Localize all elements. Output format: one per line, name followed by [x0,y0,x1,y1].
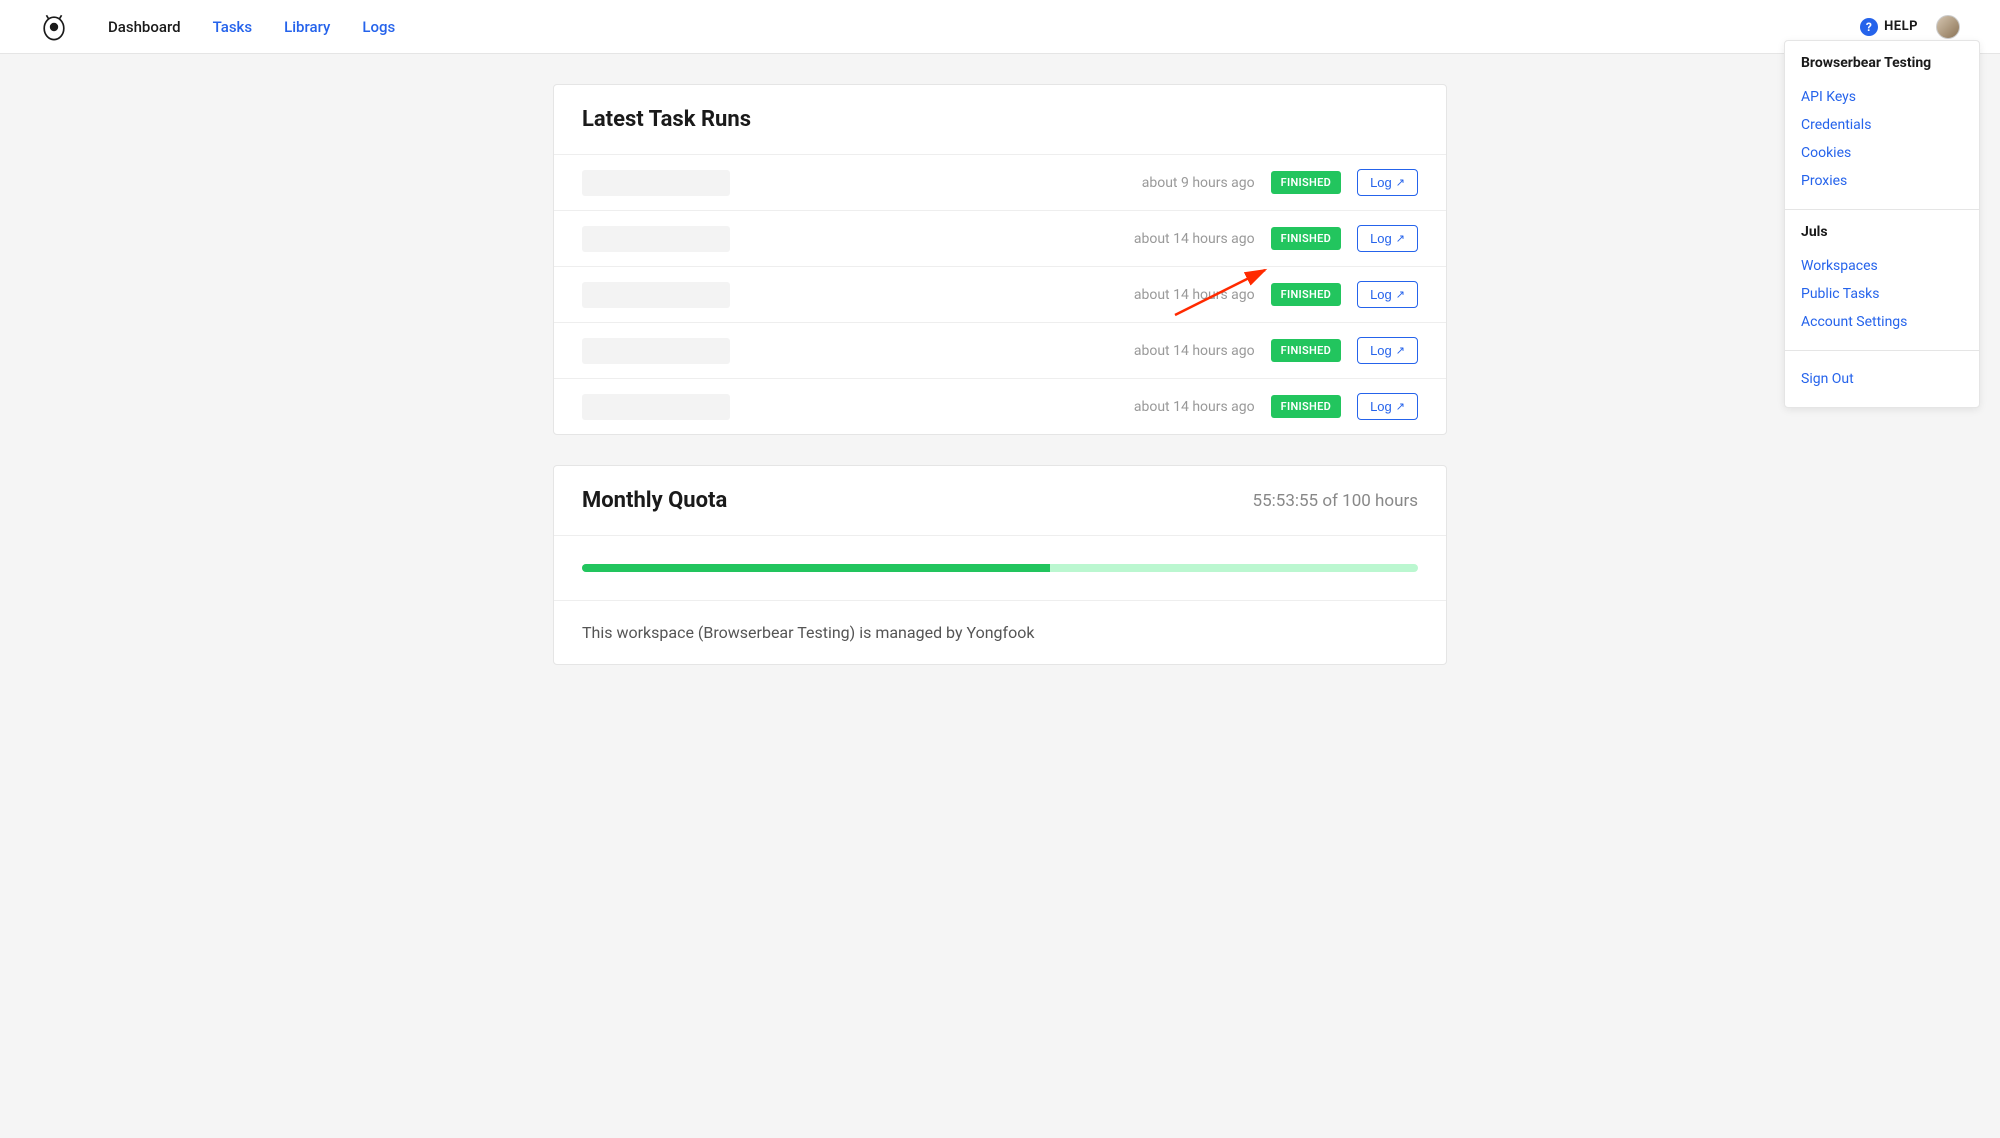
task-run-row: about 9 hours ago FINISHED Log ↗ [554,155,1446,211]
external-link-icon: ↗ [1396,400,1405,413]
dropdown-link-api-keys[interactable]: API Keys [1801,83,1963,111]
content: Latest Task Runs about 9 hours ago FINIS… [533,84,1467,665]
task-run-row: about 14 hours ago FINISHED Log ↗ [554,379,1446,434]
logo [40,13,68,41]
log-button[interactable]: Log ↗ [1357,225,1418,252]
help-icon: ? [1860,18,1878,36]
task-name-placeholder [582,338,730,364]
avatar[interactable] [1936,15,1960,39]
topbar: Dashboard Tasks Library Logs ? HELP Brow… [0,0,2000,54]
dropdown-link-workspaces[interactable]: Workspaces [1801,252,1963,280]
nav-dashboard[interactable]: Dashboard [108,18,181,36]
task-name-placeholder [582,394,730,420]
dropdown-link-public-tasks[interactable]: Public Tasks [1801,280,1963,308]
external-link-icon: ↗ [1396,288,1405,301]
task-run-time: about 14 hours ago [1134,287,1255,303]
dropdown-link-proxies[interactable]: Proxies [1801,167,1963,195]
external-link-icon: ↗ [1396,176,1405,189]
help-label: HELP [1884,19,1918,34]
quota-progress-bar [582,564,1418,572]
log-button[interactable]: Log ↗ [1357,169,1418,196]
task-run-time: about 14 hours ago [1134,231,1255,247]
status-badge: FINISHED [1271,283,1341,306]
task-run-row: about 14 hours ago FINISHED Log ↗ [554,211,1446,267]
task-run-row: about 14 hours ago FINISHED Log ↗ [554,267,1446,323]
log-button[interactable]: Log ↗ [1357,393,1418,420]
status-badge: FINISHED [1271,171,1341,194]
task-run-row: about 14 hours ago FINISHED Log ↗ [554,323,1446,379]
quota-summary: 55:53:55 of 100 hours [1253,491,1418,511]
quota-progress-wrap [554,536,1446,600]
dropdown-link-account-settings[interactable]: Account Settings [1801,308,1963,336]
topbar-right: ? HELP [1860,15,1960,39]
external-link-icon: ↗ [1396,232,1405,245]
log-button[interactable]: Log ↗ [1357,337,1418,364]
task-name-placeholder [582,170,730,196]
nav-tasks[interactable]: Tasks [213,18,253,36]
dropdown-section-workspace: Browserbear Testing API Keys Credentials… [1785,41,1979,210]
status-badge: FINISHED [1271,395,1341,418]
task-run-time: about 14 hours ago [1134,399,1255,415]
dropdown-section-signout: Sign Out [1785,351,1979,407]
status-badge: FINISHED [1271,227,1341,250]
nav-library[interactable]: Library [284,18,330,36]
dropdown-link-credentials[interactable]: Credentials [1801,111,1963,139]
dropdown-section-user: Juls Workspaces Public Tasks Account Set… [1785,210,1979,351]
task-name-placeholder [582,226,730,252]
quota-progress-fill [582,564,1050,572]
nav-logs[interactable]: Logs [362,18,395,36]
dropdown-link-sign-out[interactable]: Sign Out [1801,365,1963,393]
quota-card: Monthly Quota 55:53:55 of 100 hours This… [553,465,1447,665]
quota-title: Monthly Quota [582,488,727,513]
task-name-placeholder [582,282,730,308]
external-link-icon: ↗ [1396,344,1405,357]
dropdown-link-cookies[interactable]: Cookies [1801,139,1963,167]
quota-footer: This workspace (Browserbear Testing) is … [554,600,1446,664]
latest-runs-header: Latest Task Runs [554,85,1446,155]
latest-runs-title: Latest Task Runs [582,107,1418,132]
runs-list: about 9 hours ago FINISHED Log ↗ about 1… [554,155,1446,434]
help-link[interactable]: ? HELP [1860,18,1918,36]
task-run-time: about 9 hours ago [1142,175,1255,191]
dropdown-workspace-title: Browserbear Testing [1801,55,1963,71]
user-dropdown: Browserbear Testing API Keys Credentials… [1784,40,1980,408]
log-button[interactable]: Log ↗ [1357,281,1418,308]
task-run-time: about 14 hours ago [1134,343,1255,359]
latest-runs-card: Latest Task Runs about 9 hours ago FINIS… [553,84,1447,435]
status-badge: FINISHED [1271,339,1341,362]
quota-header: Monthly Quota 55:53:55 of 100 hours [554,466,1446,536]
main-nav: Dashboard Tasks Library Logs [108,18,395,36]
dropdown-user-title: Juls [1801,224,1963,240]
